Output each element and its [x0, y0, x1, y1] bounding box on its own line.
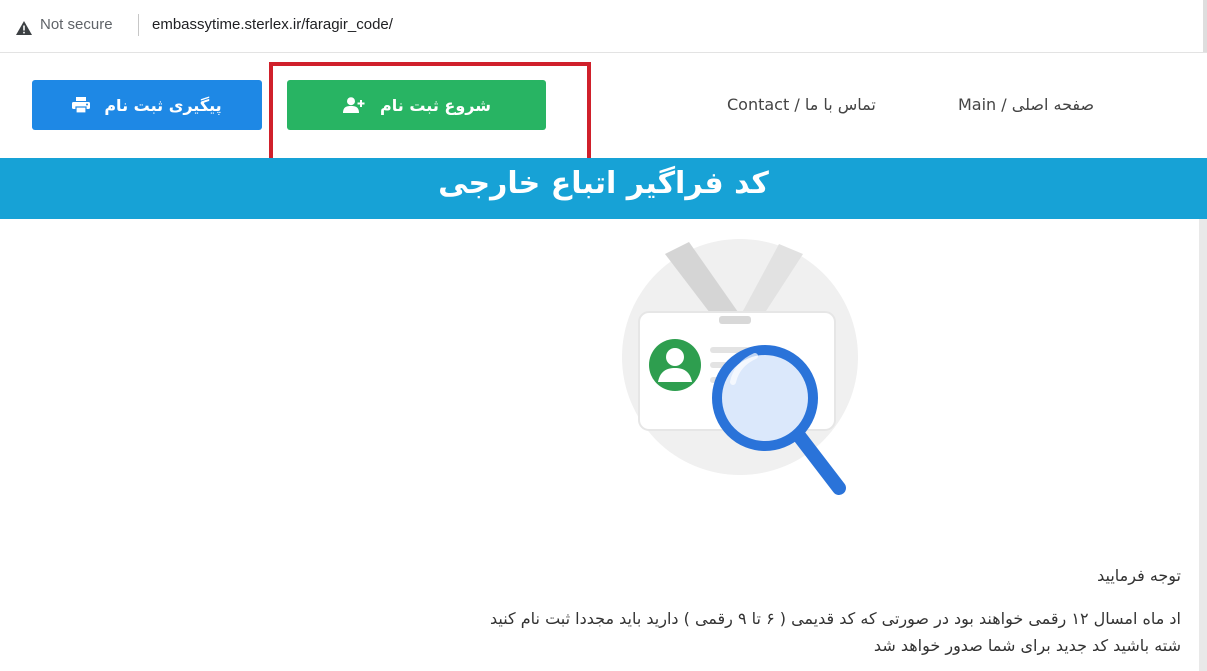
url-text[interactable]: embassytime.sterlex.ir/faragir_code/ [152, 16, 393, 33]
track-registration-button[interactable]: پیگیری ثبت نام [32, 80, 262, 130]
address-divider [138, 14, 139, 36]
address-bar[interactable]: Not secure embassytime.sterlex.ir/faragi… [0, 0, 1207, 53]
id-card-search-illustration [605, 232, 875, 506]
nav-link-contact[interactable]: تماس با ما / Contact [727, 95, 876, 114]
start-registration-button[interactable]: شروع ثبت نام [287, 80, 546, 130]
printer-icon [72, 97, 91, 113]
notice-line-2: شته باشید کد جدید برای شما صدور خواهد شد [873, 636, 1181, 655]
page-title: کد فراگیر اتباع خارجی [438, 166, 769, 201]
notice-text-block: توجه فرمایید اد ماه امسال ۱۲ رقمی خواهند… [0, 555, 1195, 671]
notice-line-1: اد ماه امسال ۱۲ رقمی خواهند بود در صورتی… [490, 609, 1181, 628]
warning-triangle-icon[interactable] [16, 20, 32, 39]
start-registration-label: شروع ثبت نام [380, 95, 491, 115]
window-edge [1203, 0, 1207, 52]
scrollbar[interactable] [1199, 219, 1207, 671]
user-plus-icon [342, 97, 366, 113]
notice-heading: توجه فرمایید [1097, 566, 1181, 585]
security-label[interactable]: Not secure [40, 16, 113, 33]
nav-link-main[interactable]: صفحه اصلی / Main [958, 95, 1094, 114]
page-banner: کد فراگیر اتباع خارجی [0, 158, 1207, 219]
track-registration-label: پیگیری ثبت نام [104, 95, 222, 115]
